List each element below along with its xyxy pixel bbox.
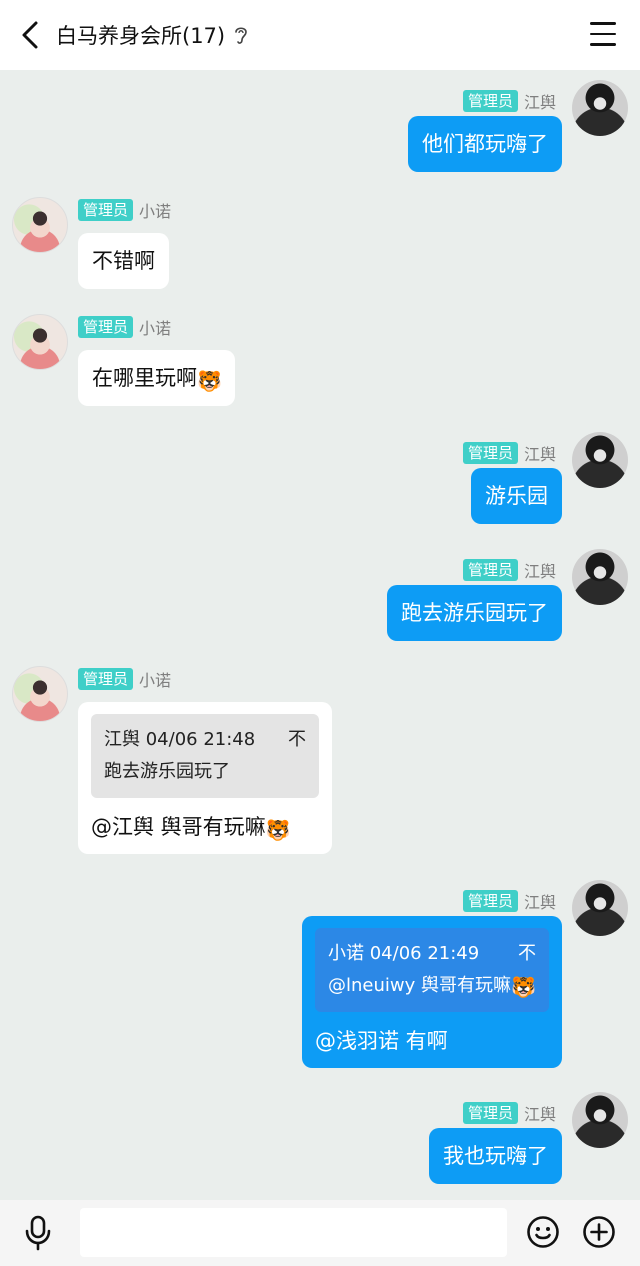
- avatar[interactable]: [572, 1092, 628, 1148]
- quote-text: @lneuiwy 舆哥有玩嘛: [328, 975, 511, 996]
- message-input[interactable]: [80, 1208, 507, 1257]
- ear-icon: [233, 24, 249, 46]
- message-bubble[interactable]: 小诺 04/06 21:49 不 @lneuiwy 舆哥有玩嘛🐯 @浅羽诺 有啊: [302, 916, 562, 1068]
- admin-badge: 管理员: [462, 442, 518, 464]
- back-button[interactable]: [14, 18, 46, 52]
- quote-header: 小诺 04/06 21:49: [328, 943, 480, 964]
- tiger-emoji-icon: 🐯: [511, 975, 536, 999]
- smiley-icon: [527, 1216, 559, 1248]
- plus-icon: [583, 1216, 615, 1248]
- message-outgoing-reply: 管理员 江舆 小诺 04/06 21:49 不 @lneuiwy 舆哥有玩嘛🐯 …: [0, 880, 640, 1080]
- avatar[interactable]: [572, 549, 628, 605]
- menu-button[interactable]: [590, 22, 616, 46]
- emoji-button[interactable]: [526, 1215, 560, 1249]
- message-text: @江舆 舆哥有玩嘛: [91, 815, 266, 839]
- avatar[interactable]: [12, 314, 68, 370]
- microphone-icon: [25, 1215, 51, 1251]
- message-incoming: 管理员 小诺 在哪里玩啊🐯: [0, 314, 640, 414]
- sender-name: 江舆: [523, 562, 556, 581]
- sender-name: 江舆: [523, 445, 556, 464]
- message-text: @浅羽诺 有啊: [315, 1029, 448, 1053]
- back-arrow-icon: [22, 21, 38, 49]
- more-button[interactable]: [582, 1215, 616, 1249]
- message-text: 不错啊: [92, 249, 155, 273]
- message-list[interactable]: 管理员 江舆 他们都玩嗨了 管理员 小诺 不错啊 管理员 小诺 在哪里玩啊🐯 管: [0, 70, 640, 1200]
- chat-title-area[interactable]: 白马养身会所(17): [56, 0, 249, 70]
- message-text: 我也玩嗨了: [443, 1144, 548, 1168]
- sender-row: 管理员 江舆: [462, 559, 556, 581]
- message-text: 跑去游乐园玩了: [401, 601, 548, 625]
- message-incoming: 管理员 小诺 不错啊: [0, 197, 640, 297]
- message-bubble[interactable]: 江舆 04/06 21:48 不 跑去游乐园玩了 @江舆 舆哥有玩嘛🐯: [78, 702, 332, 854]
- sender-row: 管理员 江舆: [462, 442, 556, 464]
- avatar[interactable]: [572, 880, 628, 936]
- tiger-emoji-icon: 🐯: [265, 818, 291, 842]
- admin-badge: 管理员: [462, 1102, 518, 1124]
- admin-badge: 管理员: [78, 316, 134, 338]
- message-bubble[interactable]: 跑去游乐园玩了: [387, 585, 562, 641]
- admin-badge: 管理员: [462, 90, 518, 112]
- message-outgoing: 管理员 江舆 游乐园: [0, 432, 640, 532]
- sender-row: 管理员 江舆: [462, 1102, 556, 1124]
- message-incoming-reply: 管理员 小诺 江舆 04/06 21:48 不 跑去游乐园玩了 @江舆 舆哥有玩…: [0, 666, 640, 866]
- quoted-message[interactable]: 江舆 04/06 21:48 不 跑去游乐园玩了: [91, 714, 319, 798]
- chat-title: 白马养身会所(17): [56, 24, 226, 48]
- message-outgoing: 管理员 江舆 他们都玩嗨了: [0, 80, 640, 200]
- menu-icon-line: [590, 32, 616, 36]
- message-bubble[interactable]: 不错啊: [78, 233, 169, 289]
- admin-badge: 管理员: [78, 199, 134, 221]
- message-text: 他们都玩嗨了: [422, 132, 548, 156]
- avatar[interactable]: [12, 197, 68, 253]
- quote-text: 跑去游乐园玩了: [104, 761, 230, 782]
- menu-icon-line: [590, 22, 616, 25]
- quote-icon: 不: [288, 729, 306, 750]
- sender-name: 江舆: [523, 1105, 556, 1124]
- avatar[interactable]: [572, 432, 628, 488]
- message-bubble[interactable]: 我也玩嗨了: [429, 1128, 562, 1184]
- admin-badge: 管理员: [462, 559, 518, 581]
- tiger-emoji-icon: 🐯: [197, 369, 222, 393]
- message-text: 游乐园: [485, 484, 548, 508]
- message-bubble[interactable]: 他们都玩嗨了: [408, 116, 562, 172]
- sender-row: 管理员 小诺: [78, 199, 171, 221]
- voice-button[interactable]: [22, 1214, 54, 1252]
- message-outgoing: 管理员 江舆 跑去游乐园玩了: [0, 549, 640, 649]
- composer-bar: [0, 1200, 640, 1266]
- sender-name: 小诺: [139, 671, 172, 690]
- quoted-message[interactable]: 小诺 04/06 21:49 不 @lneuiwy 舆哥有玩嘛🐯: [315, 928, 549, 1012]
- sender-row: 管理员 江舆: [462, 890, 556, 912]
- message-bubble[interactable]: 游乐园: [471, 468, 562, 524]
- top-bar: 白马养身会所(17): [0, 0, 640, 70]
- admin-badge: 管理员: [78, 668, 134, 690]
- admin-badge: 管理员: [462, 890, 518, 912]
- quote-header: 江舆 04/06 21:48: [104, 729, 256, 750]
- avatar[interactable]: [12, 666, 68, 722]
- message-text: 在哪里玩啊: [92, 366, 197, 390]
- quote-icon: 不: [518, 943, 536, 964]
- sender-row: 管理员 小诺: [78, 668, 171, 690]
- sender-name: 小诺: [139, 319, 172, 338]
- menu-icon-line: [590, 43, 616, 46]
- message-outgoing: 管理员 江舆 我也玩嗨了: [0, 1092, 640, 1192]
- avatar[interactable]: [572, 80, 628, 136]
- sender-name: 小诺: [139, 202, 172, 221]
- message-bubble[interactable]: 在哪里玩啊🐯: [78, 350, 235, 406]
- sender-row: 管理员 小诺: [78, 316, 171, 338]
- sender-row: 管理员 江舆: [462, 90, 556, 112]
- sender-name: 江舆: [523, 893, 556, 912]
- sender-name: 江舆: [523, 93, 556, 112]
